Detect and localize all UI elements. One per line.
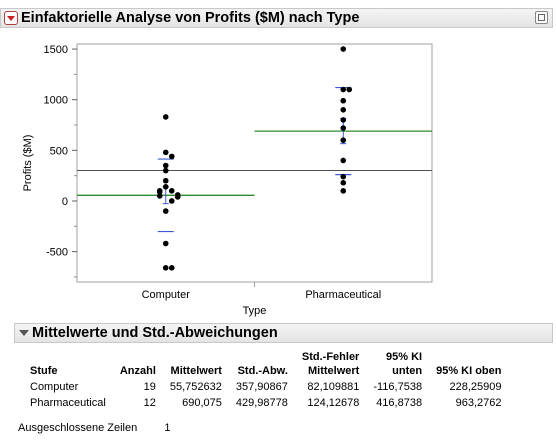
column-header: Mittelwert <box>156 350 222 378</box>
data-point <box>162 149 169 156</box>
data-point <box>162 265 169 271</box>
data-point <box>168 188 175 194</box>
data-point <box>174 194 181 200</box>
data-point <box>340 117 347 123</box>
column-header-line2: Mittelwert <box>170 365 222 377</box>
table-cell: 357,90867 <box>235 381 288 393</box>
column-header-line1: 95% KI <box>386 351 423 363</box>
column-header-line2: unten <box>392 365 423 377</box>
excluded-rows-value: 1 <box>164 422 171 434</box>
excluded-rows: Ausgeschlossene Zeilen 1 <box>18 422 170 434</box>
means-std-title: Mittelwerte und Std.-Abweichungen <box>32 325 278 341</box>
data-point <box>340 137 347 144</box>
data-point <box>340 86 347 93</box>
table-cell: 12 <box>143 397 156 409</box>
means-std-header: Mittelwerte und Std.-Abweichungen <box>14 323 553 343</box>
data-point <box>162 208 169 214</box>
table-cell: -116,7538 <box>373 381 423 393</box>
means-std-table: Stufe Anzahl Mittelwert Std.-Abw. Std.-Fehle… <box>30 350 501 410</box>
oneway-analysis-header: Einfaktorielle Analyse von Profits ($M) … <box>0 8 553 28</box>
column-header: 95% KI unten <box>359 350 422 378</box>
oneway-plot: -500 0 500 1000 1500 Computer Pharmaceutical Pr… <box>22 43 433 317</box>
data-point <box>340 46 347 52</box>
column-header-line2: Std.-Abw. <box>237 365 288 377</box>
column-header-line2: 95% KI oben <box>436 365 502 377</box>
y-tick-label: 1500 <box>44 44 68 56</box>
table-cell: 429,98778 <box>235 397 288 409</box>
data-point <box>162 184 169 190</box>
x-tick-label: Computer <box>142 289 191 301</box>
plot-frame <box>76 43 433 283</box>
column-header: 95% KI oben <box>422 350 501 378</box>
table-cell: 963,2762 <box>455 397 502 409</box>
y-tick-label: -500 <box>46 247 68 259</box>
red-triangle-menu-icon[interactable] <box>4 11 18 25</box>
table-cell: Pharmaceutical <box>30 397 106 409</box>
table-cell: 416,8738 <box>376 397 423 409</box>
table-cell: 124,12678 <box>307 397 360 409</box>
column-header-line2: Stufe <box>30 365 58 377</box>
data-point <box>340 107 347 113</box>
y-tick-label: 1000 <box>44 95 68 107</box>
table-header-row: Stufe Anzahl Mittelwert Std.-Abw. Std.-Fehle… <box>30 350 501 378</box>
table-cell: Computer <box>30 381 79 393</box>
data-point <box>168 153 175 160</box>
column-header-line1: Std.-Fehler <box>301 351 360 363</box>
data-point <box>340 188 347 194</box>
data-point <box>162 177 169 184</box>
table-cell: 55,752632 <box>169 381 222 393</box>
data-point <box>340 97 347 104</box>
pin-icon[interactable] <box>535 11 548 24</box>
column-header: Anzahl <box>106 350 156 378</box>
data-point <box>156 193 163 199</box>
x-tick-label: Pharmaceutical <box>305 289 381 301</box>
table-cell: 690,075 <box>182 397 222 409</box>
y-tick-label: 500 <box>50 145 68 157</box>
column-header: Stufe <box>30 350 106 378</box>
table-cell: 19 <box>143 381 156 393</box>
x-axis-title: Type <box>243 305 267 317</box>
data-point <box>162 240 169 247</box>
data-point <box>346 86 353 93</box>
data-point <box>162 114 169 120</box>
table-cell: 228,25909 <box>449 381 502 393</box>
data-point <box>162 167 169 174</box>
column-header-line2: Mittelwert <box>308 365 360 377</box>
data-point <box>340 157 347 164</box>
y-axis-title: Profits ($M) <box>22 135 34 192</box>
data-point <box>340 179 347 186</box>
analysis-title: Einfaktorielle Analyse von Profits ($M) … <box>21 10 360 26</box>
data-point <box>340 125 347 131</box>
data-point <box>162 162 169 169</box>
column-header-line2: Anzahl <box>119 365 156 377</box>
y-tick-label: 0 <box>62 196 68 208</box>
table-row: Computer 19 55,752632 357,90867 82,109881 -11… <box>30 378 501 394</box>
column-header: Std.-Fehler Mittelwert <box>288 350 359 378</box>
excluded-rows-label: Ausgeschlossene Zeilen <box>18 422 138 434</box>
data-point <box>168 198 175 204</box>
data-point <box>340 173 347 180</box>
table-row: Pharmaceutical 12 690,075 429,98778 124,1267… <box>30 394 501 410</box>
table-cell: 82,109881 <box>307 381 360 393</box>
disclosure-icon[interactable] <box>19 330 29 336</box>
column-header: Std.-Abw. <box>222 350 288 378</box>
data-point <box>168 265 175 271</box>
